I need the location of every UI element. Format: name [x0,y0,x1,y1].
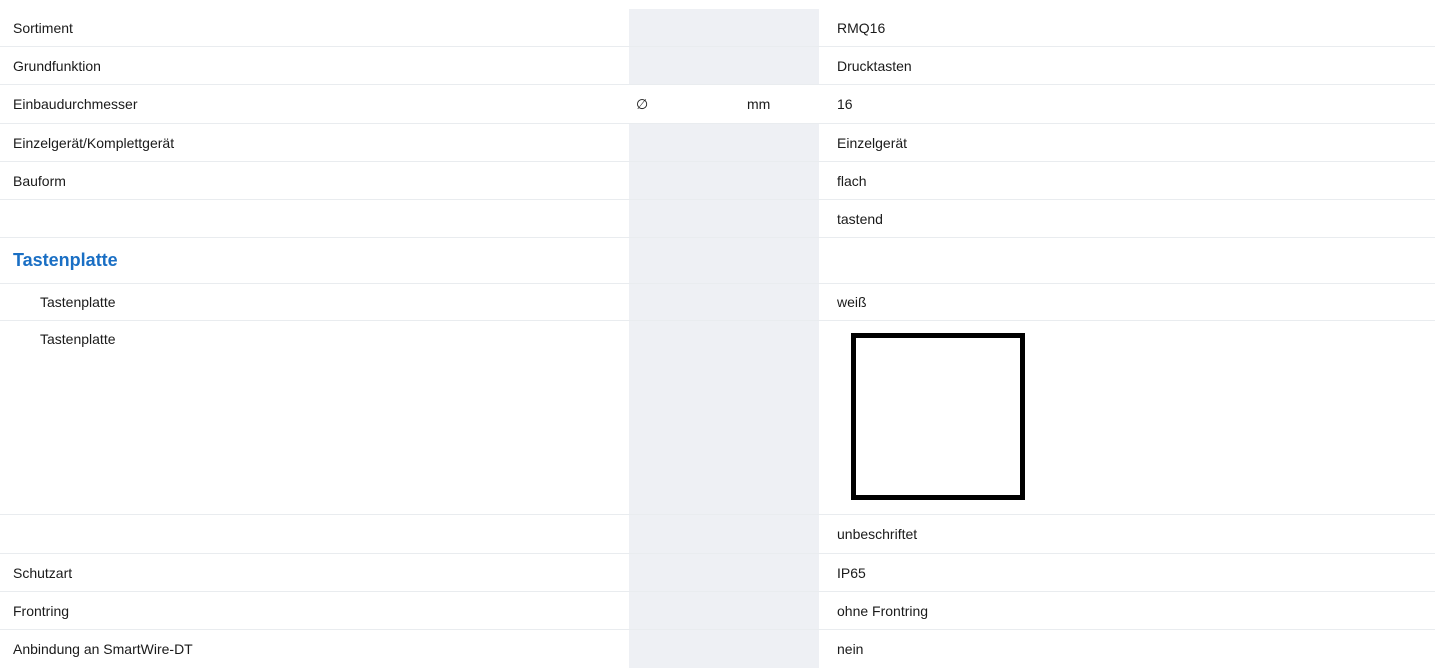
row-unit [742,515,819,553]
table-row: Tastenplatte weiß [0,283,1435,321]
row-value: tastend [837,210,883,227]
row-value: IP65 [837,564,866,581]
row-value: flach [837,172,867,189]
section-row: Tastenplatte [0,238,1435,283]
row-symbol [629,592,742,629]
row-label: Frontring [13,602,70,619]
row-value: RMQ16 [837,19,886,36]
row-label: Einbaudurchmesser [13,96,138,112]
row-value: Drucktasten [837,57,912,74]
table-row: Tastenplatte [0,321,1435,515]
row-symbol [629,515,742,553]
row-label: Grundfunktion [13,57,101,74]
table-row: unbeschriftet [0,515,1435,554]
row-label: Sortiment [13,19,73,36]
row-value: 16 [837,96,853,112]
row-symbol [629,321,742,514]
row-symbol [629,554,742,591]
row-value: nein [837,641,864,657]
table-row: Einzelgerät/Komplettgerät Einzelgerät [0,124,1435,162]
row-unit [742,162,819,199]
row-value: unbeschriftet [837,526,918,542]
color-swatch-image [851,333,1025,500]
row-symbol [629,284,742,320]
row-value: ohne Frontring [837,602,929,619]
row-unit [742,47,819,84]
section-title: Tastenplatte [13,250,118,270]
table-row: Sortiment RMQ16 [0,9,1435,47]
table-row: Frontring ohne Frontring [0,592,1435,630]
spec-table: Sortiment RMQ16 Grundfunktion Drucktaste… [0,9,1435,668]
table-row: Grundfunktion Drucktasten [0,47,1435,85]
row-unit [742,284,819,320]
row-unit [742,592,819,629]
row-symbol [629,200,742,237]
row-label: Anbindung an SmartWire-DT [13,641,193,657]
row-unit [742,200,819,237]
row-symbol [629,630,742,668]
row-label: Tastenplatte [40,331,116,347]
row-value [819,238,1435,283]
row-label [0,200,629,237]
row-symbol [629,238,742,283]
table-row: Anbindung an SmartWire-DT nein [0,630,1435,668]
row-label [0,515,629,553]
table-row: Schutzart IP65 [0,554,1435,592]
row-label: Bauform [13,172,66,189]
row-symbol [629,162,742,199]
row-symbol: ∅ [629,85,742,123]
row-unit [742,238,819,283]
row-symbol [629,124,742,161]
table-row: Einbaudurchmesser ∅ mm 16 [0,85,1435,124]
row-symbol [629,47,742,84]
row-unit [742,124,819,161]
row-unit: mm [742,85,819,123]
row-value [819,321,1435,514]
table-row: Bauform flach [0,162,1435,200]
row-unit [742,9,819,46]
row-label: Tastenplatte [40,294,116,310]
row-value: weiß [837,294,867,310]
row-label: Einzelgerät/Komplettgerät [13,134,175,151]
row-value: Einzelgerät [837,134,908,151]
row-unit [742,554,819,591]
table-row: tastend [0,200,1435,238]
row-label: Schutzart [13,564,73,581]
row-unit [742,321,819,514]
row-unit [742,630,819,668]
row-symbol [629,9,742,46]
